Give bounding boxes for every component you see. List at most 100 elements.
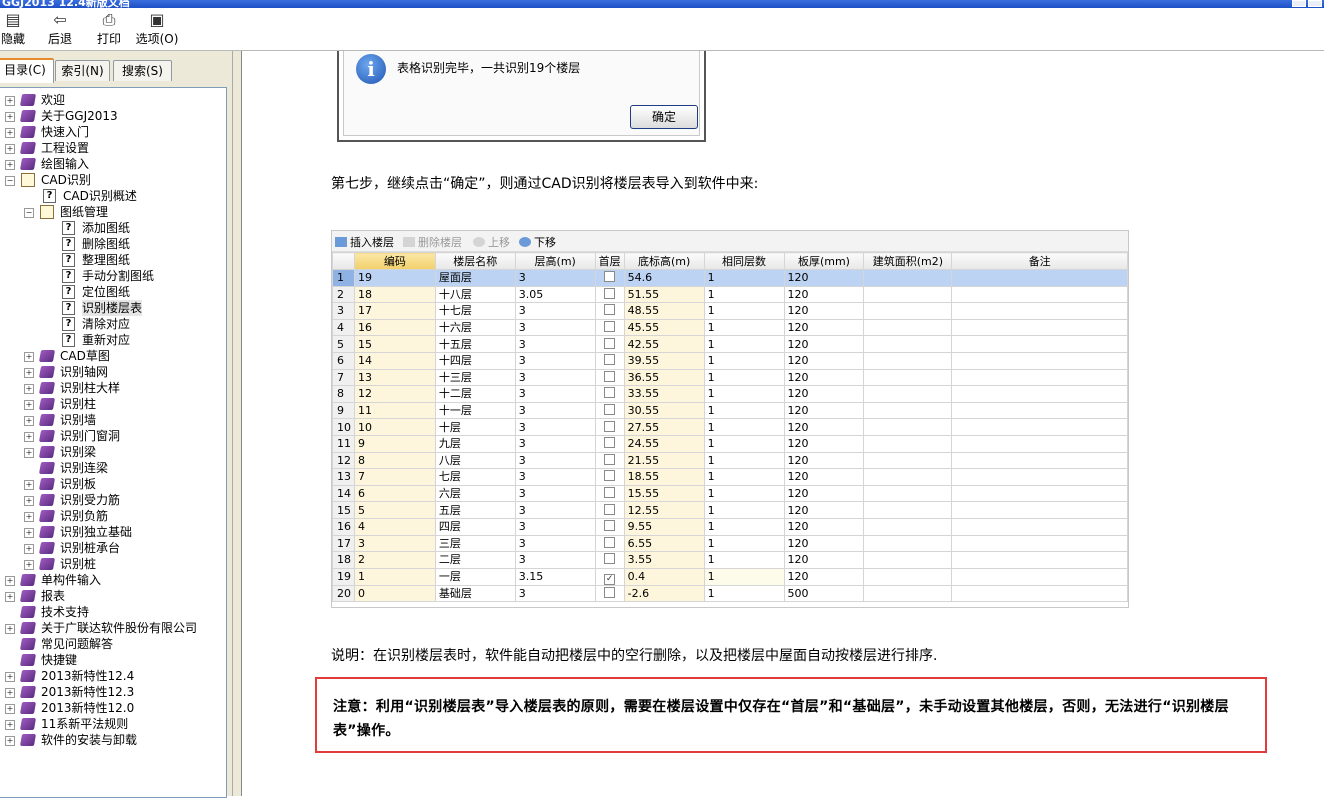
area-cell[interactable] bbox=[863, 385, 953, 403]
height-cell[interactable]: 3 bbox=[514, 269, 596, 287]
slab-thickness-cell[interactable]: 120 bbox=[783, 302, 865, 320]
move-down-button[interactable]: 下移 bbox=[519, 234, 556, 250]
expand-icon[interactable]: + bbox=[24, 448, 34, 458]
close-button[interactable] bbox=[1308, 0, 1322, 7]
table-row[interactable]: 2 18 十八层 3.05 51.55 1 120 bbox=[332, 285, 1128, 304]
expand-icon[interactable]: + bbox=[24, 544, 34, 554]
remark-cell[interactable] bbox=[951, 351, 1128, 370]
code-cell[interactable]: 10 bbox=[354, 418, 436, 436]
floor-name-cell[interactable]: 二层 bbox=[434, 551, 516, 569]
code-cell[interactable]: 11 bbox=[354, 401, 436, 420]
slab-thickness-cell[interactable]: 120 bbox=[783, 401, 865, 420]
code-cell[interactable]: 18 bbox=[354, 285, 436, 304]
expand-icon[interactable]: + bbox=[24, 352, 34, 362]
expand-icon[interactable]: + bbox=[24, 384, 34, 394]
remark-cell[interactable] bbox=[951, 418, 1128, 436]
checkbox[interactable] bbox=[604, 271, 616, 283]
remark-cell[interactable] bbox=[951, 285, 1128, 304]
first-floor-cell[interactable] bbox=[594, 584, 625, 603]
first-floor-cell[interactable] bbox=[594, 468, 625, 486]
column-header[interactable]: 首层 bbox=[594, 252, 625, 270]
bottom-elevation-cell[interactable]: 30.55 bbox=[623, 401, 705, 420]
same-floors-cell[interactable]: 1 bbox=[703, 484, 785, 503]
checkbox[interactable] bbox=[604, 304, 616, 316]
first-floor-cell[interactable]: ✓ bbox=[594, 567, 625, 586]
slab-thickness-cell[interactable]: 120 bbox=[783, 385, 865, 403]
expand-icon[interactable]: + bbox=[24, 400, 34, 410]
bottom-elevation-cell[interactable]: 27.55 bbox=[623, 418, 705, 436]
floor-name-cell[interactable]: 八层 bbox=[434, 451, 516, 470]
area-cell[interactable] bbox=[863, 335, 953, 353]
table-row[interactable]: 1 19 屋面层 3 54.6 1 120 bbox=[332, 269, 1128, 287]
delete-floor-button[interactable]: 删除楼层 bbox=[403, 234, 462, 250]
slab-thickness-cell[interactable]: 120 bbox=[783, 501, 865, 519]
expand-icon[interactable]: + bbox=[24, 480, 34, 490]
height-cell[interactable]: 3 bbox=[514, 351, 596, 370]
same-floors-cell[interactable]: 1 bbox=[703, 285, 785, 304]
expand-icon[interactable]: + bbox=[5, 688, 15, 698]
table-row[interactable]: 12 8 八层 3 21.55 1 120 bbox=[332, 451, 1128, 470]
floor-name-cell[interactable]: 五层 bbox=[434, 501, 516, 519]
code-cell[interactable]: 5 bbox=[354, 501, 436, 519]
remark-cell[interactable] bbox=[951, 385, 1128, 403]
checkbox[interactable] bbox=[604, 437, 616, 449]
ok-button[interactable]: 确定 bbox=[630, 105, 698, 129]
column-header[interactable]: 相同层数 bbox=[703, 252, 785, 270]
checkbox[interactable] bbox=[604, 370, 616, 382]
expand-icon[interactable]: + bbox=[5, 160, 15, 170]
column-header[interactable]: 编码 bbox=[354, 252, 436, 270]
height-cell[interactable]: 3 bbox=[514, 551, 596, 569]
floor-name-cell[interactable]: 十一层 bbox=[434, 401, 516, 420]
area-cell[interactable] bbox=[863, 567, 953, 586]
same-floors-cell[interactable]: 1 bbox=[703, 434, 785, 453]
bottom-elevation-cell[interactable]: 18.55 bbox=[623, 468, 705, 486]
floor-name-cell[interactable]: 十四层 bbox=[434, 351, 516, 370]
first-floor-cell[interactable] bbox=[594, 517, 625, 536]
bottom-elevation-cell[interactable]: 9.55 bbox=[623, 517, 705, 536]
bottom-elevation-cell[interactable]: -2.6 bbox=[623, 584, 705, 603]
table-row[interactable]: 6 14 十四层 3 39.55 1 120 bbox=[332, 351, 1128, 370]
floor-name-cell[interactable]: 三层 bbox=[434, 534, 516, 553]
height-cell[interactable]: 3 bbox=[514, 401, 596, 420]
remark-cell[interactable] bbox=[951, 451, 1128, 470]
area-cell[interactable] bbox=[863, 434, 953, 453]
expand-icon[interactable]: + bbox=[24, 496, 34, 506]
floor-name-cell[interactable]: 十五层 bbox=[434, 335, 516, 353]
checkbox[interactable] bbox=[604, 503, 616, 515]
first-floor-cell[interactable] bbox=[594, 418, 625, 436]
first-floor-cell[interactable] bbox=[594, 351, 625, 370]
slab-thickness-cell[interactable]: 120 bbox=[783, 551, 865, 569]
remark-cell[interactable] bbox=[951, 551, 1128, 569]
column-header[interactable]: 建筑面积(m2) bbox=[863, 252, 953, 270]
checkbox[interactable] bbox=[604, 420, 616, 432]
same-floors-cell[interactable]: 1 bbox=[703, 451, 785, 470]
slab-thickness-cell[interactable]: 120 bbox=[783, 418, 865, 436]
checkbox[interactable] bbox=[604, 553, 616, 565]
bottom-elevation-cell[interactable]: 39.55 bbox=[623, 351, 705, 370]
checkbox[interactable] bbox=[604, 354, 616, 366]
bottom-elevation-cell[interactable]: 0.4 bbox=[623, 567, 705, 586]
slab-thickness-cell[interactable]: 120 bbox=[783, 269, 865, 287]
first-floor-cell[interactable] bbox=[594, 401, 625, 420]
height-cell[interactable]: 3 bbox=[514, 584, 596, 603]
expand-icon[interactable]: + bbox=[24, 512, 34, 522]
back-button[interactable]: ⇦ 后退 bbox=[44, 10, 76, 47]
slab-thickness-cell[interactable]: 120 bbox=[783, 534, 865, 553]
slab-thickness-cell[interactable]: 120 bbox=[783, 567, 865, 586]
tab-contents[interactable]: 目录(C) bbox=[0, 58, 54, 83]
code-cell[interactable]: 4 bbox=[354, 517, 436, 536]
height-cell[interactable]: 3 bbox=[514, 302, 596, 320]
remark-cell[interactable] bbox=[951, 318, 1128, 337]
table-row[interactable]: 8 12 十二层 3 33.55 1 120 bbox=[332, 385, 1128, 403]
slab-thickness-cell[interactable]: 500 bbox=[783, 584, 865, 603]
column-header[interactable]: 备注 bbox=[951, 252, 1128, 270]
code-cell[interactable]: 16 bbox=[354, 318, 436, 337]
expand-icon[interactable]: + bbox=[24, 416, 34, 426]
remark-cell[interactable] bbox=[951, 484, 1128, 503]
area-cell[interactable] bbox=[863, 302, 953, 320]
first-floor-cell[interactable] bbox=[594, 484, 625, 503]
floor-name-cell[interactable]: 基础层 bbox=[434, 584, 516, 603]
first-floor-cell[interactable] bbox=[594, 434, 625, 453]
bottom-elevation-cell[interactable]: 54.6 bbox=[623, 269, 705, 287]
table-row[interactable]: 16 4 四层 3 9.55 1 120 bbox=[332, 517, 1128, 536]
